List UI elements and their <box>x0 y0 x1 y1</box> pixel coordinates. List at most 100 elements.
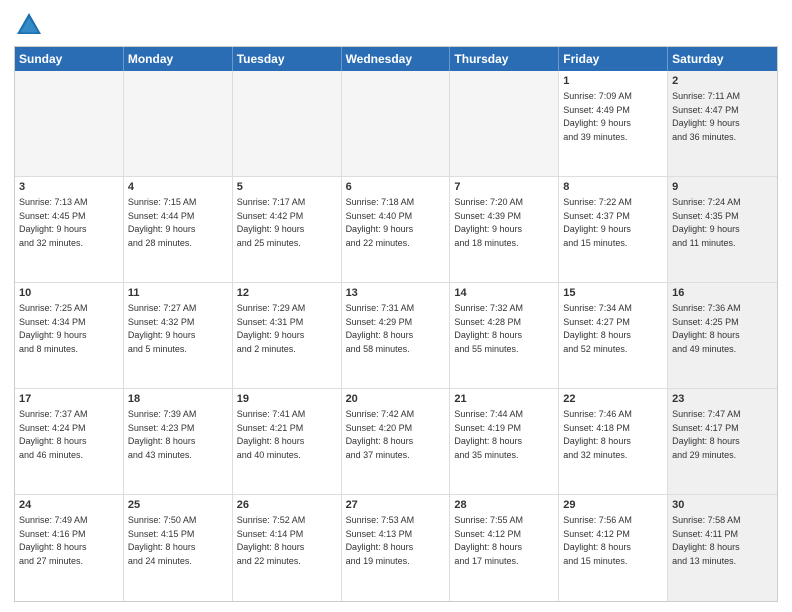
day-number: 12 <box>237 286 337 301</box>
day-number: 13 <box>346 286 446 301</box>
header-day-monday: Monday <box>124 47 233 71</box>
day-info: Sunrise: 7:11 AM Sunset: 4:47 PM Dayligh… <box>672 91 740 142</box>
calendar-cell: 1 Sunrise: 7:09 AM Sunset: 4:49 PM Daylig… <box>559 71 668 176</box>
day-info: Sunrise: 7:25 AM Sunset: 4:34 PM Dayligh… <box>19 303 88 354</box>
day-info: Sunrise: 7:52 AM Sunset: 4:14 PM Dayligh… <box>237 515 306 566</box>
calendar-cell: 12 Sunrise: 7:29 AM Sunset: 4:31 PM Dayli… <box>233 283 342 388</box>
day-number: 16 <box>672 286 773 301</box>
calendar-cell: 20Sunrise: 7:42 AM Sunset: 4:20 PM Dayli… <box>342 389 451 494</box>
calendar-cell: 2 Sunrise: 7:11 AM Sunset: 4:47 PM Daylig… <box>668 71 777 176</box>
logo-icon <box>14 10 44 40</box>
calendar-cell: 13 Sunrise: 7:31 AM Sunset: 4:29 PM Dayli… <box>342 283 451 388</box>
day-number: 14 <box>454 286 554 301</box>
calendar-cell: 28Sunrise: 7:55 AM Sunset: 4:12 PM Dayli… <box>450 495 559 601</box>
calendar-row-4: 24Sunrise: 7:49 AM Sunset: 4:16 PM Dayli… <box>15 495 777 601</box>
calendar-cell: 30Sunrise: 7:58 AM Sunset: 4:11 PM Dayli… <box>668 495 777 601</box>
day-number: 23 <box>672 392 773 407</box>
day-info: Sunrise: 7:37 AM Sunset: 4:24 PM Dayligh… <box>19 409 88 460</box>
day-number: 4 <box>128 180 228 195</box>
header <box>14 10 778 40</box>
day-info: Sunrise: 7:36 AM Sunset: 4:25 PM Dayligh… <box>672 303 741 354</box>
calendar-cell: 9Sunrise: 7:24 AM Sunset: 4:35 PM Daylig… <box>668 177 777 282</box>
calendar-cell: 11Sunrise: 7:27 AM Sunset: 4:32 PM Dayli… <box>124 283 233 388</box>
calendar-cell: 8Sunrise: 7:22 AM Sunset: 4:37 PM Daylig… <box>559 177 668 282</box>
calendar-body: 1 Sunrise: 7:09 AM Sunset: 4:49 PM Daylig… <box>15 71 777 601</box>
calendar-cell: 15 Sunrise: 7:34 AM Sunset: 4:27 PM Dayli… <box>559 283 668 388</box>
calendar-cell: 14 Sunrise: 7:32 AM Sunset: 4:28 PM Dayli… <box>450 283 559 388</box>
calendar-row-0: 1 Sunrise: 7:09 AM Sunset: 4:49 PM Daylig… <box>15 71 777 177</box>
day-number: 19 <box>237 392 337 407</box>
calendar-cell: 29 Sunrise: 7:56 AM Sunset: 4:12 PM Dayli… <box>559 495 668 601</box>
header-day-thursday: Thursday <box>450 47 559 71</box>
day-info: Sunrise: 7:18 AM Sunset: 4:40 PM Dayligh… <box>346 197 415 248</box>
calendar-cell <box>450 71 559 176</box>
day-info: Sunrise: 7:20 AM Sunset: 4:39 PM Dayligh… <box>454 197 523 248</box>
day-info: Sunrise: 7:50 AM Sunset: 4:15 PM Dayligh… <box>128 515 197 566</box>
day-number: 10 <box>19 286 119 301</box>
calendar-cell: 25 Sunrise: 7:50 AM Sunset: 4:15 PM Dayli… <box>124 495 233 601</box>
day-number: 15 <box>563 286 663 301</box>
day-number: 9 <box>672 180 773 195</box>
day-info: Sunrise: 7:17 AM Sunset: 4:42 PM Dayligh… <box>237 197 306 248</box>
calendar-cell: 7 Sunrise: 7:20 AM Sunset: 4:39 PM Daylig… <box>450 177 559 282</box>
calendar-cell: 24Sunrise: 7:49 AM Sunset: 4:16 PM Dayli… <box>15 495 124 601</box>
day-info: Sunrise: 7:34 AM Sunset: 4:27 PM Dayligh… <box>563 303 632 354</box>
calendar-cell: 16 Sunrise: 7:36 AM Sunset: 4:25 PM Dayli… <box>668 283 777 388</box>
day-info: Sunrise: 7:29 AM Sunset: 4:31 PM Dayligh… <box>237 303 306 354</box>
day-number: 24 <box>19 498 119 513</box>
day-info: Sunrise: 7:56 AM Sunset: 4:12 PM Dayligh… <box>563 515 632 566</box>
calendar-header: SundayMondayTuesdayWednesdayThursdayFrid… <box>15 47 777 71</box>
calendar-cell <box>342 71 451 176</box>
day-info: Sunrise: 7:09 AM Sunset: 4:49 PM Dayligh… <box>563 91 632 142</box>
day-number: 25 <box>128 498 228 513</box>
day-number: 2 <box>672 74 773 89</box>
day-number: 6 <box>346 180 446 195</box>
calendar-cell: 26 Sunrise: 7:52 AM Sunset: 4:14 PM Dayli… <box>233 495 342 601</box>
day-number: 1 <box>563 74 663 89</box>
header-day-friday: Friday <box>559 47 668 71</box>
day-info: Sunrise: 7:15 AM Sunset: 4:44 PM Dayligh… <box>128 197 197 248</box>
calendar: SundayMondayTuesdayWednesdayThursdayFrid… <box>14 46 778 602</box>
header-day-sunday: Sunday <box>15 47 124 71</box>
day-number: 20 <box>346 392 446 407</box>
day-number: 29 <box>563 498 663 513</box>
calendar-cell: 3 Sunrise: 7:13 AM Sunset: 4:45 PM Daylig… <box>15 177 124 282</box>
calendar-row-3: 17 Sunrise: 7:37 AM Sunset: 4:24 PM Dayli… <box>15 389 777 495</box>
day-info: Sunrise: 7:41 AM Sunset: 4:21 PM Dayligh… <box>237 409 306 460</box>
calendar-cell: 5 Sunrise: 7:17 AM Sunset: 4:42 PM Daylig… <box>233 177 342 282</box>
calendar-cell: 10 Sunrise: 7:25 AM Sunset: 4:34 PM Dayli… <box>15 283 124 388</box>
calendar-cell <box>15 71 124 176</box>
calendar-cell: 22 Sunrise: 7:46 AM Sunset: 4:18 PM Dayli… <box>559 389 668 494</box>
calendar-row-1: 3 Sunrise: 7:13 AM Sunset: 4:45 PM Daylig… <box>15 177 777 283</box>
calendar-cell: 23Sunrise: 7:47 AM Sunset: 4:17 PM Dayli… <box>668 389 777 494</box>
day-number: 17 <box>19 392 119 407</box>
day-info: Sunrise: 7:46 AM Sunset: 4:18 PM Dayligh… <box>563 409 632 460</box>
calendar-row-2: 10 Sunrise: 7:25 AM Sunset: 4:34 PM Dayli… <box>15 283 777 389</box>
day-number: 21 <box>454 392 554 407</box>
calendar-cell: 18Sunrise: 7:39 AM Sunset: 4:23 PM Dayli… <box>124 389 233 494</box>
day-info: Sunrise: 7:22 AM Sunset: 4:37 PM Dayligh… <box>563 197 632 248</box>
day-info: Sunrise: 7:27 AM Sunset: 4:32 PM Dayligh… <box>128 303 197 354</box>
day-info: Sunrise: 7:32 AM Sunset: 4:28 PM Dayligh… <box>454 303 523 354</box>
calendar-cell: 19 Sunrise: 7:41 AM Sunset: 4:21 PM Dayli… <box>233 389 342 494</box>
calendar-cell: 21Sunrise: 7:44 AM Sunset: 4:19 PM Dayli… <box>450 389 559 494</box>
day-info: Sunrise: 7:53 AM Sunset: 4:13 PM Dayligh… <box>346 515 415 566</box>
day-number: 7 <box>454 180 554 195</box>
logo <box>14 10 46 40</box>
day-number: 3 <box>19 180 119 195</box>
day-number: 27 <box>346 498 446 513</box>
day-number: 18 <box>128 392 228 407</box>
day-info: Sunrise: 7:13 AM Sunset: 4:45 PM Dayligh… <box>19 197 88 248</box>
header-day-saturday: Saturday <box>668 47 777 71</box>
day-number: 5 <box>237 180 337 195</box>
header-day-tuesday: Tuesday <box>233 47 342 71</box>
calendar-cell: 4 Sunrise: 7:15 AM Sunset: 4:44 PM Daylig… <box>124 177 233 282</box>
calendar-cell <box>124 71 233 176</box>
day-number: 22 <box>563 392 663 407</box>
calendar-cell <box>233 71 342 176</box>
day-number: 26 <box>237 498 337 513</box>
day-info: Sunrise: 7:31 AM Sunset: 4:29 PM Dayligh… <box>346 303 415 354</box>
calendar-cell: 17 Sunrise: 7:37 AM Sunset: 4:24 PM Dayli… <box>15 389 124 494</box>
day-number: 30 <box>672 498 773 513</box>
day-number: 28 <box>454 498 554 513</box>
